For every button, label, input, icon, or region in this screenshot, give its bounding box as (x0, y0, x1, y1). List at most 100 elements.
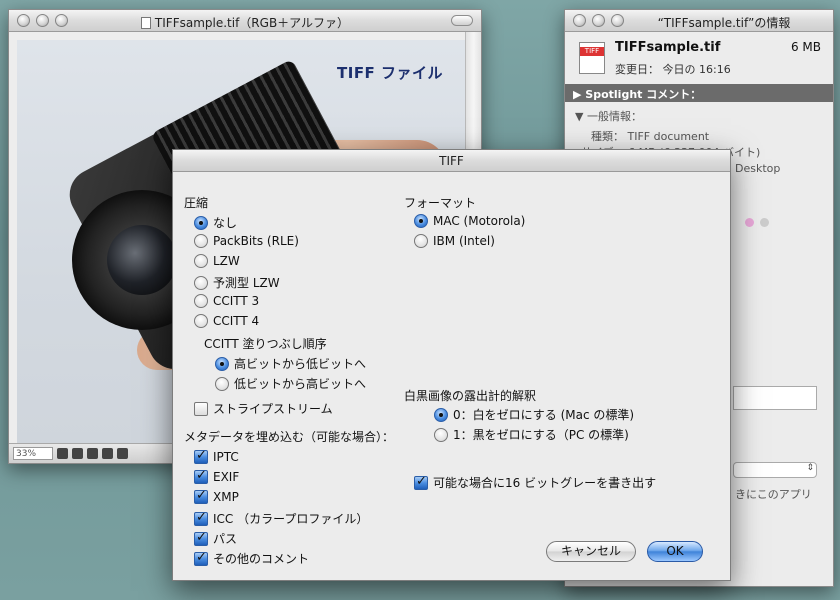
photometric-option-label: 1：黒をゼロにする（PC の標準) (453, 428, 629, 442)
ok-button[interactable]: OK (647, 541, 703, 562)
label-color-dot[interactable] (745, 218, 754, 227)
fill-order-option-label: 低ビットから高ビットへ (234, 377, 367, 391)
metadata-checkbox[interactable]: ICC （カラープロファイル） (194, 510, 368, 527)
metadata-checkbox-label: その他のコメント (213, 552, 310, 566)
metadata-checkbox[interactable]: パス (194, 530, 237, 547)
radio-button[interactable] (194, 254, 208, 268)
modified-label: 変更日： (615, 63, 659, 76)
lens-glass (107, 225, 177, 295)
format-label: フォーマット (404, 196, 477, 210)
info-window-titlebar[interactable]: “TIFFsample.tif”の情報 (565, 10, 833, 32)
photometric-option[interactable]: 1：黒をゼロにする（PC の標準) (434, 426, 629, 443)
radio-button[interactable] (194, 275, 208, 290)
photometric-label: 白黒画像の露出計的解釈 (404, 389, 537, 403)
compression-option[interactable]: なし (194, 214, 237, 231)
image-window-titlebar[interactable]: TIFFsample.tif（RGB＋アルファ） (9, 10, 481, 32)
fill-order-option-label: 高ビットから低ビットへ (234, 357, 367, 371)
checkbox-box[interactable] (194, 401, 208, 416)
info-file-size: 6 MB (790, 40, 821, 54)
compression-option-label: CCITT 4 (213, 314, 260, 328)
format-option[interactable]: MAC (Motorola) (414, 214, 525, 228)
fill-order-option[interactable]: 低ビットから高ビットへ (215, 375, 366, 392)
open-with-popup[interactable]: ⇕ (733, 462, 817, 478)
zoom-menu-icon[interactable] (57, 448, 68, 459)
image-window-title: TIFFsample.tif（RGB＋アルファ） (154, 16, 350, 30)
where-row: Desktop (735, 162, 781, 175)
metadata-checkbox-label: ICC （カラープロファイル） (213, 512, 369, 526)
metadata-checkbox-label: XMP (213, 490, 239, 504)
info-header: TIFF TIFFsample.tif 6 MB 変更日： 今日の 16:16 (565, 32, 833, 84)
radio-button[interactable] (194, 294, 208, 308)
checkbox-box[interactable] (194, 530, 208, 546)
document-icon (140, 17, 151, 29)
toolbar-toggle-button[interactable] (451, 15, 473, 26)
disclosure-triangle-icon: ▼ (575, 110, 587, 123)
radio-button[interactable] (434, 407, 448, 422)
metadata-checkbox-label: EXIF (213, 470, 240, 484)
metadata-checkbox[interactable]: XMP (194, 488, 239, 504)
info-modified: 変更日： 今日の 16:16 (615, 61, 731, 77)
format-option-label: IBM (Intel) (433, 234, 495, 248)
format-option-label: MAC (Motorola) (433, 214, 526, 228)
photometric-option[interactable]: 0：白をゼロにする (Mac の標準) (434, 406, 634, 423)
stripe-stream-checkbox[interactable]: ストライプストリーム (194, 400, 333, 417)
checkbox-box[interactable] (194, 468, 208, 484)
format-option[interactable]: IBM (Intel) (414, 234, 495, 248)
spotlight-disclosure[interactable]: ▶ Spotlight コメント： (565, 84, 833, 102)
radio-button[interactable] (215, 356, 229, 371)
label-color-dots[interactable] (745, 218, 769, 227)
compression-option-label: 予測型 LZW (213, 276, 280, 290)
cancel-button[interactable]: キャンセル (546, 541, 636, 562)
zoom-level-field[interactable]: 33% (13, 447, 53, 460)
radio-button[interactable] (414, 214, 428, 228)
metadata-checkbox[interactable]: その他のコメント (194, 550, 309, 567)
metadata-checkbox-label: パス (213, 532, 238, 546)
compression-option-label: PackBits (RLE) (213, 234, 299, 248)
metadata-checkbox-label: IPTC (213, 450, 239, 464)
fill-order-option[interactable]: 高ビットから低ビットへ (215, 355, 366, 372)
compression-label: 圧縮 (184, 196, 209, 210)
kind-row: 種類： TIFF document (591, 128, 709, 144)
general-section[interactable]: ▼ 一般情報： (575, 108, 642, 124)
write-16bit-label: 可能な場合に16 ビットグレーを書き出す (433, 476, 657, 490)
radio-button[interactable] (414, 234, 428, 248)
label-color-dot[interactable] (760, 218, 769, 227)
info-text-field[interactable] (733, 386, 817, 410)
compression-option[interactable]: LZW (194, 254, 240, 268)
photo-caption: TIFF ファイル (337, 64, 444, 82)
modified-value: 今日の 16:16 (662, 63, 731, 76)
compression-option[interactable]: CCITT 3 (194, 294, 259, 308)
write-16bit-checkbox[interactable]: 可能な場合に16 ビットグレーを書き出す (414, 474, 656, 491)
dialog-titlebar: TIFF (173, 150, 730, 172)
metadata-checkbox[interactable]: IPTC (194, 448, 239, 464)
spotlight-label: Spotlight コメント： (585, 88, 702, 101)
metadata-label: メタデータを埋め込む（可能な場合）： (184, 430, 395, 444)
compression-option-label: LZW (213, 254, 240, 268)
kind-label: 種類： (591, 130, 624, 143)
compression-option[interactable]: PackBits (RLE) (194, 234, 299, 248)
radio-button[interactable] (194, 215, 208, 230)
info-window-title: “TIFFsample.tif”の情報 (657, 16, 791, 30)
checkbox-box[interactable] (414, 474, 428, 490)
metadata-checkbox[interactable]: EXIF (194, 468, 240, 484)
histogram-icon[interactable] (87, 448, 98, 459)
compression-option[interactable]: CCITT 4 (194, 314, 259, 328)
open-with-text: きにこのアプリ (735, 488, 812, 501)
disclosure-triangle-icon: ▶ (573, 88, 586, 101)
photometric-option-label: 0：白をゼロにする (Mac の標準) (453, 408, 635, 422)
fill-order-label: CCITT 塗りつぶし順序 (204, 337, 327, 351)
radio-button[interactable] (434, 427, 448, 442)
compression-option-label: なし (213, 216, 238, 230)
checkbox-box[interactable] (194, 510, 208, 526)
radio-button[interactable] (194, 234, 208, 248)
mountain-icon[interactable] (72, 448, 83, 459)
radio-button[interactable] (194, 314, 208, 328)
radio-button[interactable] (215, 376, 229, 391)
file-icon-tag: TIFF (580, 47, 604, 56)
checkbox-box[interactable] (194, 448, 208, 464)
info-icon[interactable] (102, 448, 113, 459)
color-wheel-icon[interactable] (117, 448, 128, 459)
checkbox-box[interactable] (194, 550, 208, 566)
checkbox-box[interactable] (194, 488, 208, 504)
compression-option[interactable]: 予測型 LZW (194, 274, 280, 291)
